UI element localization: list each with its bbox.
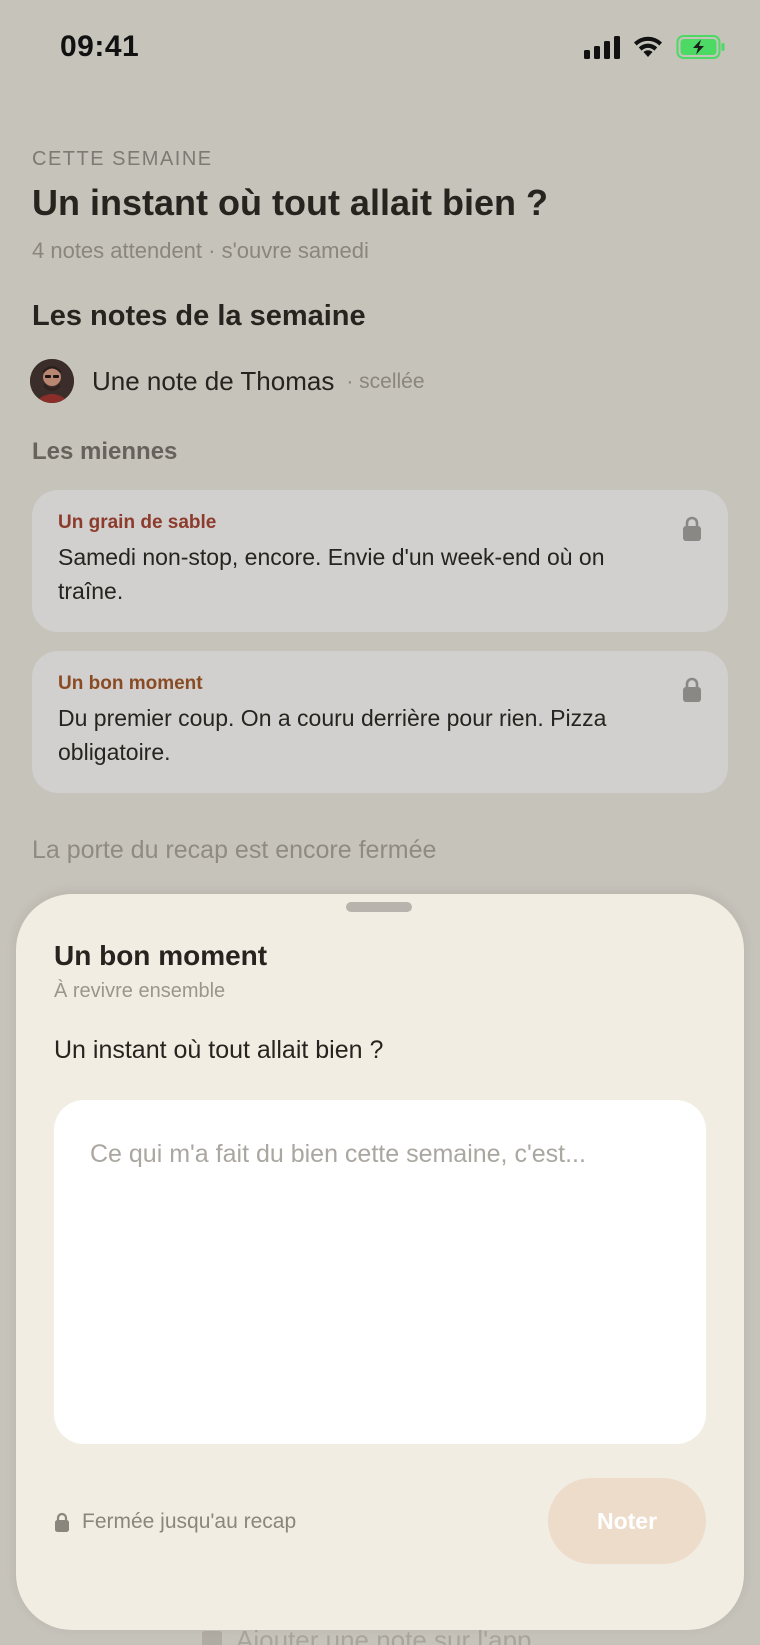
wifi-icon (634, 36, 662, 57)
status-bar: 09:41 (0, 0, 760, 100)
friend-note-row[interactable]: Une note de Thomas · scellée (30, 358, 425, 404)
week-notes-heading: Les notes de la semaine (32, 300, 366, 332)
recap-door-text: La porte du recap est encore fermée (32, 836, 437, 864)
avatar (30, 359, 74, 403)
note-text: Samedi non-stop, encore. Envie d'un week… (58, 544, 605, 604)
lock-icon (55, 1512, 69, 1532)
page-title: Un instant où tout allait bien ? (32, 182, 548, 223)
my-note-card[interactable]: Un grain de sable Samedi non-stop, encor… (32, 490, 728, 632)
battery-charging-icon (676, 35, 725, 59)
lock-icon (683, 516, 701, 541)
note-label: Un grain de sable (58, 512, 217, 533)
submit-note-button[interactable]: Noter (548, 1478, 706, 1564)
lock-icon (683, 677, 701, 702)
my-note-card[interactable]: Un bon moment Du premier coup. On a cour… (32, 651, 728, 793)
screen: 09:41 CETTE SEMAINE Un instant où tout a… (0, 0, 760, 1645)
sheet-grabber[interactable] (346, 902, 412, 912)
note-icon (202, 1630, 222, 1645)
sealed-indicator: Fermée jusqu'au recap (54, 1510, 296, 1534)
note-text: Du premier coup. On a couru derrière pou… (58, 705, 607, 765)
sheet-title: Un bon moment (54, 940, 268, 971)
friend-note-name: Une note de Thomas (92, 365, 335, 396)
status-icons (584, 34, 726, 60)
my-notes-heading: Les miennes (32, 438, 178, 465)
friend-note-status: · scellée (346, 370, 425, 393)
note-label: Un bon moment (58, 673, 203, 694)
sealed-text: Fermée jusqu'au recap (82, 1510, 297, 1533)
sheet-prompt: Un instant où tout allait bien ? (54, 1036, 384, 1064)
sheet-subtitle: À revivre ensemble (54, 980, 226, 1002)
compose-sheet: Un bon moment À revivre ensemble Un inst… (16, 894, 744, 1630)
status-time: 09:41 (60, 30, 140, 63)
page-subtitle: 4 notes attendent · s'ouvre samedi (32, 238, 369, 263)
note-input[interactable] (54, 1100, 706, 1444)
cellular-signal-icon (584, 35, 620, 59)
week-kicker: CETTE SEMAINE (32, 148, 213, 170)
